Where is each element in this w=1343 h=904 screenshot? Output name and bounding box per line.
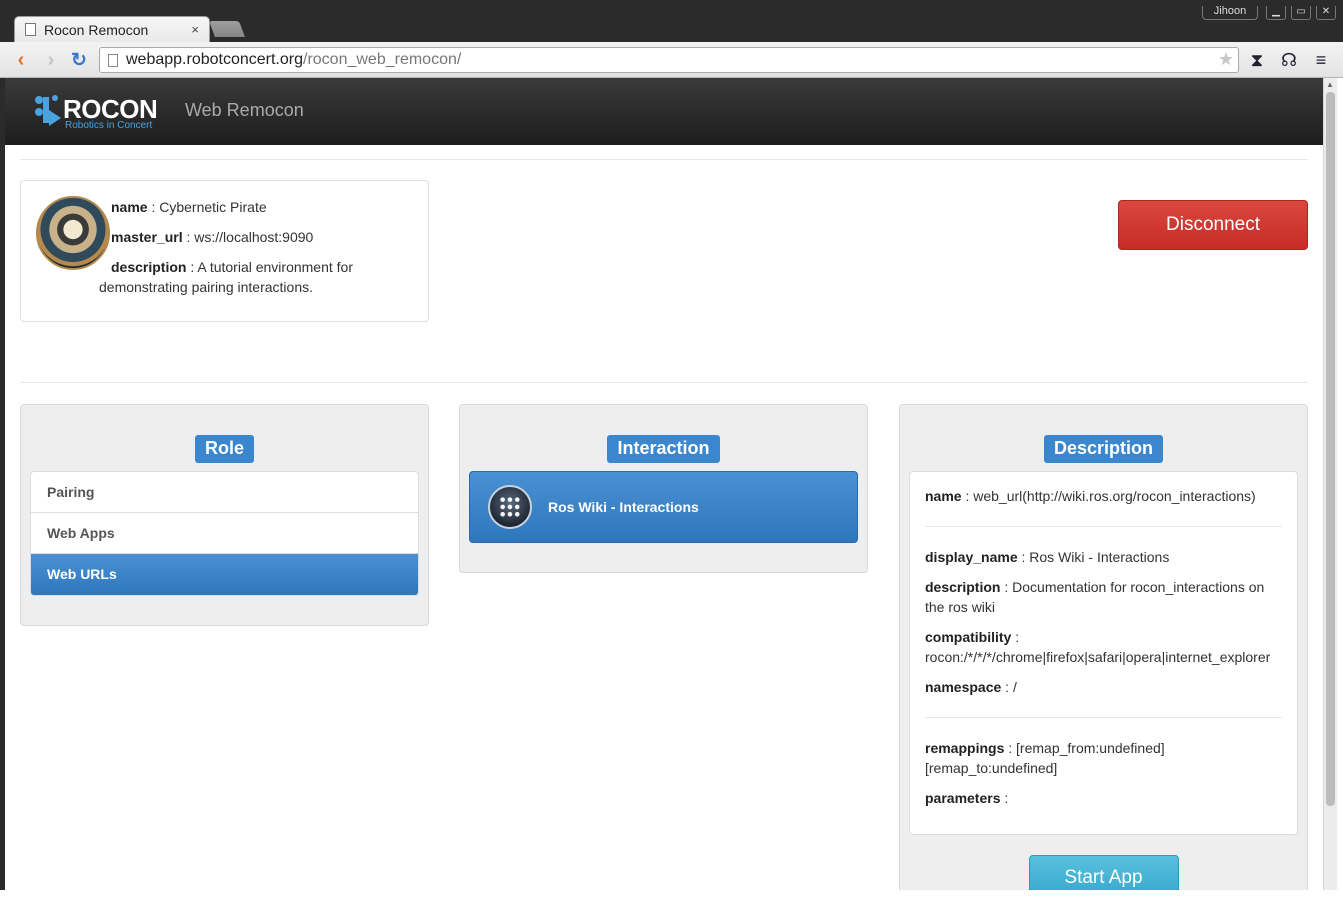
- extension-headphones-icon[interactable]: ☊: [1278, 49, 1300, 71]
- close-window-icon[interactable]: ✕: [1316, 6, 1336, 20]
- url-host: webapp.robotconcert.org: [126, 51, 303, 68]
- desc-remappings: remappings : [remap_from:undefined] [rem…: [925, 740, 1165, 776]
- page-icon: [108, 53, 118, 67]
- concert-avatar: [36, 196, 110, 270]
- divider: [20, 159, 1308, 160]
- scroll-up-icon[interactable]: ▲: [1326, 80, 1334, 89]
- bookmark-star-icon[interactable]: ★: [1218, 49, 1234, 70]
- maximize-icon[interactable]: ▭: [1291, 6, 1311, 20]
- back-icon[interactable]: ‹: [10, 49, 32, 71]
- role-item-pairing[interactable]: Pairing: [31, 472, 418, 513]
- interaction-item-ros-wiki[interactable]: Ros Wiki - Interactions: [469, 471, 858, 543]
- desc-display-name: display_name : Ros Wiki - Interactions: [925, 549, 1170, 565]
- role-item-web-urls[interactable]: Web URLs: [31, 554, 418, 595]
- window-bottom: [0, 890, 1343, 904]
- desc-parameters: parameters :: [925, 790, 1009, 806]
- role-list: Pairing Web Apps Web URLs: [30, 471, 419, 596]
- concert-description: description : A tutorial environment for…: [99, 259, 353, 295]
- window-user-badge[interactable]: Jihoon: [1202, 6, 1258, 20]
- browser-toolbar: ‹ › ↻ webapp.robotconcert.org /rocon_web…: [0, 42, 1343, 78]
- tab-title: Rocon Remocon: [44, 21, 149, 38]
- concert-master-url: master_url : ws://localhost:9090: [111, 229, 314, 245]
- concert-info-card: name : Cybernetic Pirate master_url : ws…: [20, 180, 429, 322]
- address-bar[interactable]: webapp.robotconcert.org /rocon_web_remoc…: [99, 47, 1239, 73]
- desc-description: description : Documentation for rocon_in…: [925, 579, 1265, 615]
- forward-icon[interactable]: ›: [40, 49, 62, 71]
- interaction-panel: Interaction Ros Wiki - Interactions: [459, 404, 868, 573]
- interaction-panel-header: Interaction: [460, 405, 867, 471]
- browser-tab-active[interactable]: Rocon Remocon ×: [14, 16, 210, 42]
- rocon-logo[interactable]: ROCON Robotics in Concert: [33, 92, 163, 132]
- url-path: /rocon_web_remocon/: [303, 51, 462, 68]
- description-details: name : web_url(http://wiki.ros.org/rocon…: [909, 471, 1298, 835]
- disconnect-button[interactable]: Disconnect: [1118, 200, 1308, 250]
- role-item-web-apps[interactable]: Web Apps: [31, 513, 418, 554]
- interaction-label: Ros Wiki - Interactions: [548, 499, 699, 515]
- page-viewport: ROCON Robotics in Concert Web Remocon na…: [5, 78, 1323, 890]
- divider: [925, 526, 1282, 527]
- concert-name: name : Cybernetic Pirate: [111, 199, 267, 215]
- logo-subtitle: Robotics in Concert: [65, 120, 153, 131]
- start-app-button[interactable]: Start App: [1028, 855, 1179, 890]
- extension-hourglass-icon[interactable]: ⧗: [1246, 49, 1268, 71]
- desc-compatibility: compatibility : rocon:/*/*/*/chrome|fire…: [925, 629, 1271, 665]
- interaction-title: Interaction: [607, 435, 720, 463]
- rocon-logo-icon: [35, 95, 61, 126]
- description-title: Description: [1043, 435, 1164, 463]
- divider: [925, 717, 1282, 718]
- tab-close-icon[interactable]: ×: [191, 22, 199, 37]
- navbar: ROCON Robotics in Concert Web Remocon: [5, 78, 1323, 145]
- role-title: Role: [194, 435, 254, 463]
- description-panel: Description name : web_url(http://wiki.r…: [899, 404, 1308, 890]
- role-panel: Role Pairing Web Apps Web URLs: [20, 404, 429, 626]
- menu-icon[interactable]: ≡: [1310, 49, 1332, 71]
- minimize-icon[interactable]: ▁: [1266, 6, 1286, 20]
- app-grid-icon: [488, 485, 532, 529]
- browser-titlebar: Rocon Remocon × Jihoon ▁ ▭ ✕: [0, 0, 1343, 42]
- scrollbar-thumb[interactable]: [1326, 92, 1335, 806]
- page-scrollbar[interactable]: ▲: [1323, 78, 1337, 890]
- page-icon: [25, 23, 36, 36]
- new-tab-button[interactable]: [209, 21, 245, 37]
- reload-icon[interactable]: ↻: [68, 49, 90, 71]
- desc-name: name : web_url(http://wiki.ros.org/rocon…: [925, 488, 1256, 504]
- description-panel-header: Description: [900, 405, 1307, 471]
- divider: [20, 382, 1308, 383]
- desc-namespace: namespace : /: [925, 679, 1017, 695]
- role-panel-header: Role: [21, 405, 428, 471]
- brand-title[interactable]: Web Remocon: [185, 100, 304, 121]
